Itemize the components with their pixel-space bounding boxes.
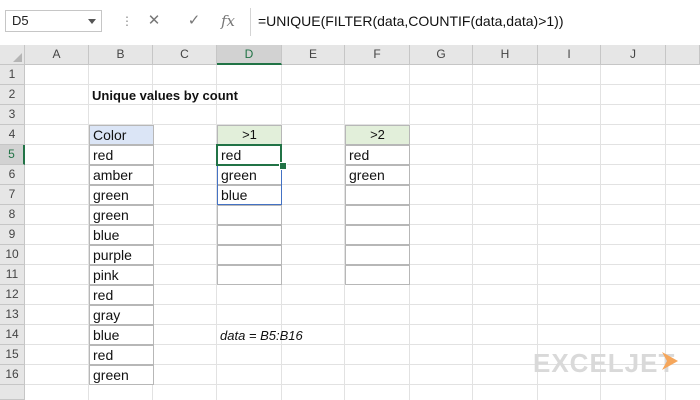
data-cell[interactable]: red	[89, 145, 154, 165]
select-all-icon	[13, 53, 22, 62]
gridline	[472, 65, 473, 400]
column-header-e[interactable]: E	[282, 45, 345, 65]
row-header-8[interactable]: 8	[0, 205, 25, 225]
gridline	[25, 84, 700, 85]
data-cell[interactable]: amber	[89, 165, 154, 185]
row-header-7[interactable]: 7	[0, 185, 25, 205]
result2-empty-cell[interactable]	[345, 205, 410, 225]
column-header-i[interactable]: I	[538, 45, 601, 65]
row-header-15[interactable]: 15	[0, 345, 25, 365]
row-header-2[interactable]: 2	[0, 85, 25, 105]
column-header-f[interactable]: F	[345, 45, 410, 65]
result2-empty-cell[interactable]	[345, 265, 410, 285]
result1-empty-cell[interactable]	[217, 225, 282, 245]
cancel-icon[interactable]: ✕	[140, 9, 168, 33]
sheet-title: Unique values by count	[92, 88, 238, 103]
select-all-button[interactable]	[0, 45, 25, 65]
data-cell[interactable]: green	[89, 185, 154, 205]
column-header-d[interactable]: D	[217, 45, 282, 65]
result2-cell[interactable]: green	[345, 165, 410, 185]
result1-empty-cell[interactable]	[217, 265, 282, 285]
column-header-g[interactable]: G	[410, 45, 473, 65]
formula-bar-divider	[250, 8, 251, 36]
row-header-5[interactable]: 5	[0, 145, 25, 165]
active-cell-border	[216, 144, 282, 166]
fill-handle[interactable]	[279, 162, 287, 170]
row-header-11[interactable]: 11	[0, 265, 25, 285]
row-header-1[interactable]: 1	[0, 65, 25, 85]
result2-cell[interactable]: red	[345, 145, 410, 165]
column-header-c[interactable]: C	[153, 45, 217, 65]
row-header-4[interactable]: 4	[0, 125, 25, 145]
row-header-12[interactable]: 12	[0, 285, 25, 305]
result1-empty-cell[interactable]	[217, 245, 282, 265]
row-header-16[interactable]: 16	[0, 365, 25, 385]
data-cell[interactable]: gray	[89, 305, 154, 325]
data-cell[interactable]: purple	[89, 245, 154, 265]
column-header-k[interactable]	[666, 45, 700, 65]
data-cell[interactable]: pink	[89, 265, 154, 285]
insert-function-icon[interactable]: fx	[214, 9, 242, 33]
exceljet-logo: EXCELJET	[533, 348, 676, 378]
data-cell[interactable]: blue	[89, 225, 154, 245]
formula-bar: D5 ⋮ ✕ ✓ fx =UNIQUE(FILTER(data,COUNTIF(…	[0, 0, 700, 45]
column-header-b[interactable]: B	[89, 45, 153, 65]
result2-header-cell[interactable]: >2	[345, 125, 410, 145]
data-cell[interactable]: red	[89, 285, 154, 305]
column-header-a[interactable]: A	[25, 45, 89, 65]
column-header-h[interactable]: H	[473, 45, 538, 65]
name-box[interactable]: D5	[5, 10, 102, 32]
enter-icon[interactable]: ✓	[180, 9, 208, 33]
data-cell[interactable]: red	[89, 345, 154, 365]
result2-empty-cell[interactable]	[345, 245, 410, 265]
data-header-cell[interactable]: Color	[89, 125, 154, 145]
formula-input[interactable]: =UNIQUE(FILTER(data,COUNTIF(data,data)>1…	[258, 10, 698, 32]
name-box-value: D5	[12, 13, 29, 28]
column-header-j[interactable]: J	[601, 45, 666, 65]
row-header-17[interactable]	[0, 385, 25, 400]
data-cell[interactable]: green	[89, 205, 154, 225]
row-header-3[interactable]: 3	[0, 105, 25, 125]
data-cell[interactable]: blue	[89, 325, 154, 345]
row-header-9[interactable]: 9	[0, 225, 25, 245]
row-header-13[interactable]: 13	[0, 305, 25, 325]
row-header-10[interactable]: 10	[0, 245, 25, 265]
result2-empty-cell[interactable]	[345, 225, 410, 245]
named-range-note: data = B5:B16	[220, 328, 303, 343]
exceljet-logo-icon	[662, 352, 678, 370]
result2-empty-cell[interactable]	[345, 185, 410, 205]
data-cell[interactable]: green	[89, 365, 154, 385]
chevron-down-icon[interactable]	[88, 19, 96, 24]
result1-empty-cell[interactable]	[217, 205, 282, 225]
more-options-icon[interactable]: ⋮	[121, 14, 133, 28]
row-header-14[interactable]: 14	[0, 325, 25, 345]
row-header-6[interactable]: 6	[0, 165, 25, 185]
result1-header-cell[interactable]: >1	[217, 125, 282, 145]
